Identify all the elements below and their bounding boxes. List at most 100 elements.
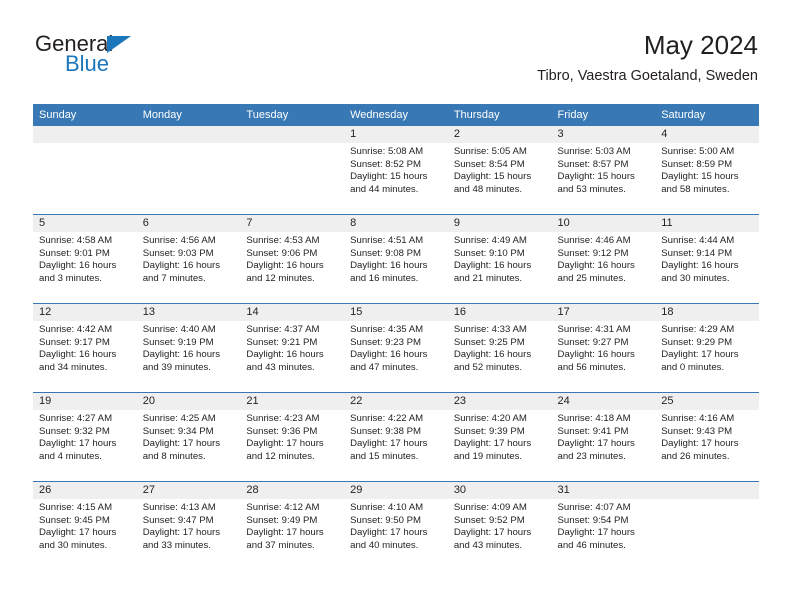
daylight-text: Daylight: 16 hours and 30 minutes. xyxy=(661,260,739,284)
calendar-day-cell[interactable]: 22 Sunrise: 4:22 AM Sunset: 9:38 PM Dayligh… xyxy=(344,393,448,481)
calendar-day-cell[interactable]: 24 Sunrise: 4:18 AM Sunset: 9:41 PM Dayligh… xyxy=(551,393,656,481)
calendar-day-cell[interactable]: 17 Sunrise: 4:31 AM Sunset: 9:27 PM Dayligh… xyxy=(551,304,656,392)
sunrise-text: Sunrise: 4:09 AM xyxy=(453,502,527,513)
calendar-day-cell[interactable]: 8 Sunrise: 4:51 AM Sunset: 9:08 PM Daylight… xyxy=(344,215,448,303)
day-number: 18 xyxy=(655,304,759,321)
calendar-day-cell[interactable]: 19 Sunrise: 4:27 AM Sunset: 9:32 PM Dayligh… xyxy=(33,393,137,481)
sunrise-text: Sunrise: 4:56 AM xyxy=(142,235,216,246)
calendar-weeks: 1 Sunrise: 5:08 AM Sunset: 8:52 PM Daylight… xyxy=(33,126,759,570)
day-sun-info: Sunrise: 4:31 AM Sunset: 9:27 PM Daylight:… xyxy=(552,321,656,374)
day-number: 22 xyxy=(344,393,448,410)
calendar-day-cell[interactable]: 23 Sunrise: 4:20 AM Sunset: 9:39 PM Dayligh… xyxy=(447,393,552,481)
calendar-day-cell[interactable]: 5 Sunrise: 4:58 AM Sunset: 9:01 PM Daylight… xyxy=(33,215,137,303)
day-number: 29 xyxy=(344,482,448,499)
logo-text-blue: Blue xyxy=(65,51,110,76)
sunset-text: Sunset: 9:01 PM xyxy=(39,247,110,259)
calendar-day-cell[interactable]: 14 Sunrise: 4:37 AM Sunset: 9:21 PM Dayligh… xyxy=(240,304,345,392)
day-number: 28 xyxy=(240,482,345,499)
calendar-day-cell[interactable]: 2 Sunrise: 5:05 AM Sunset: 8:54 PM Daylight… xyxy=(447,126,552,214)
calendar-day-cell-empty xyxy=(136,126,241,214)
calendar-day-cell[interactable]: 30 Sunrise: 4:09 AM Sunset: 9:52 PM Dayligh… xyxy=(447,482,552,570)
title-block: May 2024 Tibro, Vaestra Goetaland, Swede… xyxy=(537,30,758,86)
daylight-text: Daylight: 15 hours and 53 minutes. xyxy=(557,171,635,195)
daylight-text: Daylight: 17 hours and 43 minutes. xyxy=(453,527,532,551)
sunrise-text: Sunrise: 4:23 AM xyxy=(246,413,320,424)
day-sun-info: Sunrise: 5:08 AM Sunset: 8:52 PM Daylight:… xyxy=(344,143,448,196)
sunrise-text: Sunrise: 5:00 AM xyxy=(661,146,735,157)
sunrise-text: Sunrise: 4:22 AM xyxy=(350,413,424,424)
day-sun-info: Sunrise: 4:40 AM Sunset: 9:19 PM Daylight:… xyxy=(137,321,241,374)
calendar-day-cell[interactable]: 20 Sunrise: 4:25 AM Sunset: 9:34 PM Dayligh… xyxy=(136,393,241,481)
daylight-text: Daylight: 17 hours and 46 minutes. xyxy=(557,527,635,551)
sunset-text: Sunset: 9:54 PM xyxy=(557,514,629,526)
day-number xyxy=(136,126,241,143)
calendar-day-cell[interactable]: 11 Sunrise: 4:44 AM Sunset: 9:14 PM Dayligh… xyxy=(655,215,759,303)
calendar-day-cell[interactable]: 7 Sunrise: 4:53 AM Sunset: 9:06 PM Daylight… xyxy=(240,215,345,303)
calendar-day-cell[interactable]: 18 Sunrise: 4:29 AM Sunset: 9:29 PM Dayligh… xyxy=(655,304,759,392)
sunset-text: Sunset: 9:21 PM xyxy=(246,336,318,348)
day-sun-info: Sunrise: 4:27 AM Sunset: 9:32 PM Daylight:… xyxy=(33,410,137,463)
day-sun-info: Sunrise: 4:35 AM Sunset: 9:23 PM Daylight:… xyxy=(344,321,448,374)
calendar-day-cell[interactable]: 29 Sunrise: 4:10 AM Sunset: 9:50 PM Dayligh… xyxy=(344,482,448,570)
calendar-day-cell[interactable]: 12 Sunrise: 4:42 AM Sunset: 9:17 PM Dayligh… xyxy=(33,304,137,392)
calendar-day-cell[interactable]: 9 Sunrise: 4:49 AM Sunset: 9:10 PM Daylight… xyxy=(447,215,552,303)
sunrise-text: Sunrise: 4:40 AM xyxy=(142,324,216,335)
daylight-text: Daylight: 16 hours and 25 minutes. xyxy=(557,260,635,284)
day-number: 4 xyxy=(655,126,759,143)
sunset-text: Sunset: 9:12 PM xyxy=(557,247,629,259)
calendar-week-row: 26 Sunrise: 4:15 AM Sunset: 9:45 PM Dayligh… xyxy=(33,481,759,570)
day-sun-info: Sunrise: 4:29 AM Sunset: 9:29 PM Daylight:… xyxy=(655,321,759,374)
daylight-text: Daylight: 17 hours and 4 minutes. xyxy=(39,438,117,462)
sunrise-text: Sunrise: 4:12 AM xyxy=(246,502,320,513)
weekday-header-monday: Monday xyxy=(142,109,182,121)
sunrise-text: Sunrise: 4:35 AM xyxy=(350,324,424,335)
calendar-day-cell[interactable]: 27 Sunrise: 4:13 AM Sunset: 9:47 PM Dayligh… xyxy=(136,482,241,570)
daylight-text: Daylight: 17 hours and 8 minutes. xyxy=(142,438,221,462)
calendar-week-row: 5 Sunrise: 4:58 AM Sunset: 9:01 PM Daylight… xyxy=(33,214,759,303)
sunrise-text: Sunrise: 4:37 AM xyxy=(246,324,320,335)
generalblue-logo[interactable]: General Blue xyxy=(35,33,225,81)
day-sun-info: Sunrise: 4:16 AM Sunset: 9:43 PM Daylight:… xyxy=(655,410,759,463)
sunset-text: Sunset: 8:59 PM xyxy=(661,158,733,170)
sunset-text: Sunset: 9:50 PM xyxy=(350,514,422,526)
weekday-header-saturday: Saturday xyxy=(661,109,706,121)
daylight-text: Daylight: 16 hours and 3 minutes. xyxy=(39,260,117,284)
weekday-header-wednesday: Wednesday xyxy=(350,109,408,121)
calendar-day-cell[interactable]: 16 Sunrise: 4:33 AM Sunset: 9:25 PM Dayligh… xyxy=(447,304,552,392)
calendar-day-cell[interactable]: 4 Sunrise: 5:00 AM Sunset: 8:59 PM Daylight… xyxy=(655,126,759,214)
calendar-day-cell[interactable]: 15 Sunrise: 4:35 AM Sunset: 9:23 PM Dayligh… xyxy=(344,304,448,392)
calendar-day-cell[interactable]: 6 Sunrise: 4:56 AM Sunset: 9:03 PM Daylight… xyxy=(136,215,241,303)
calendar-day-cell[interactable]: 1 Sunrise: 5:08 AM Sunset: 8:52 PM Daylight… xyxy=(344,126,448,214)
day-sun-info: Sunrise: 4:07 AM Sunset: 9:54 PM Daylight:… xyxy=(552,499,656,552)
sunset-text: Sunset: 9:10 PM xyxy=(453,247,525,259)
sunset-text: Sunset: 9:39 PM xyxy=(453,425,525,437)
day-number: 15 xyxy=(344,304,448,321)
day-sun-info: Sunrise: 4:23 AM Sunset: 9:36 PM Daylight:… xyxy=(240,410,344,463)
logo-triangle-icon xyxy=(107,36,131,53)
day-sun-info: Sunrise: 4:18 AM Sunset: 9:41 PM Daylight:… xyxy=(552,410,656,463)
calendar-day-cell[interactable]: 10 Sunrise: 4:46 AM Sunset: 9:12 PM Dayligh… xyxy=(551,215,656,303)
day-sun-info: Sunrise: 4:12 AM Sunset: 9:49 PM Daylight:… xyxy=(240,499,344,552)
calendar-day-cell[interactable]: 3 Sunrise: 5:03 AM Sunset: 8:57 PM Daylight… xyxy=(551,126,656,214)
daylight-text: Daylight: 16 hours and 39 minutes. xyxy=(142,349,221,373)
calendar-day-cell[interactable]: 13 Sunrise: 4:40 AM Sunset: 9:19 PM Dayligh… xyxy=(136,304,241,392)
sunrise-text: Sunrise: 5:08 AM xyxy=(350,146,424,157)
sunrise-text: Sunrise: 4:42 AM xyxy=(39,324,113,335)
daylight-text: Daylight: 16 hours and 7 minutes. xyxy=(142,260,221,284)
day-number: 12 xyxy=(33,304,137,321)
day-number: 7 xyxy=(240,215,345,232)
daylight-text: Daylight: 16 hours and 12 minutes. xyxy=(246,260,324,284)
calendar-day-cell[interactable]: 31 Sunrise: 4:07 AM Sunset: 9:54 PM Dayligh… xyxy=(551,482,656,570)
sunset-text: Sunset: 9:14 PM xyxy=(661,247,733,259)
sunrise-text: Sunrise: 4:07 AM xyxy=(557,502,631,513)
sunrise-text: Sunrise: 4:29 AM xyxy=(661,324,735,335)
weekday-header-thursday: Thursday xyxy=(453,109,500,121)
day-sun-info: Sunrise: 4:25 AM Sunset: 9:34 PM Daylight:… xyxy=(137,410,241,463)
calendar-day-cell[interactable]: 26 Sunrise: 4:15 AM Sunset: 9:45 PM Dayligh… xyxy=(33,482,137,570)
calendar-day-cell[interactable]: 21 Sunrise: 4:23 AM Sunset: 9:36 PM Dayligh… xyxy=(240,393,345,481)
calendar-day-cell[interactable]: 25 Sunrise: 4:16 AM Sunset: 9:43 PM Dayligh… xyxy=(655,393,759,481)
day-number: 9 xyxy=(447,215,552,232)
daylight-text: Daylight: 16 hours and 16 minutes. xyxy=(350,260,428,284)
daylight-text: Daylight: 15 hours and 58 minutes. xyxy=(661,171,739,195)
calendar-day-cell[interactable]: 28 Sunrise: 4:12 AM Sunset: 9:49 PM Dayligh… xyxy=(240,482,345,570)
